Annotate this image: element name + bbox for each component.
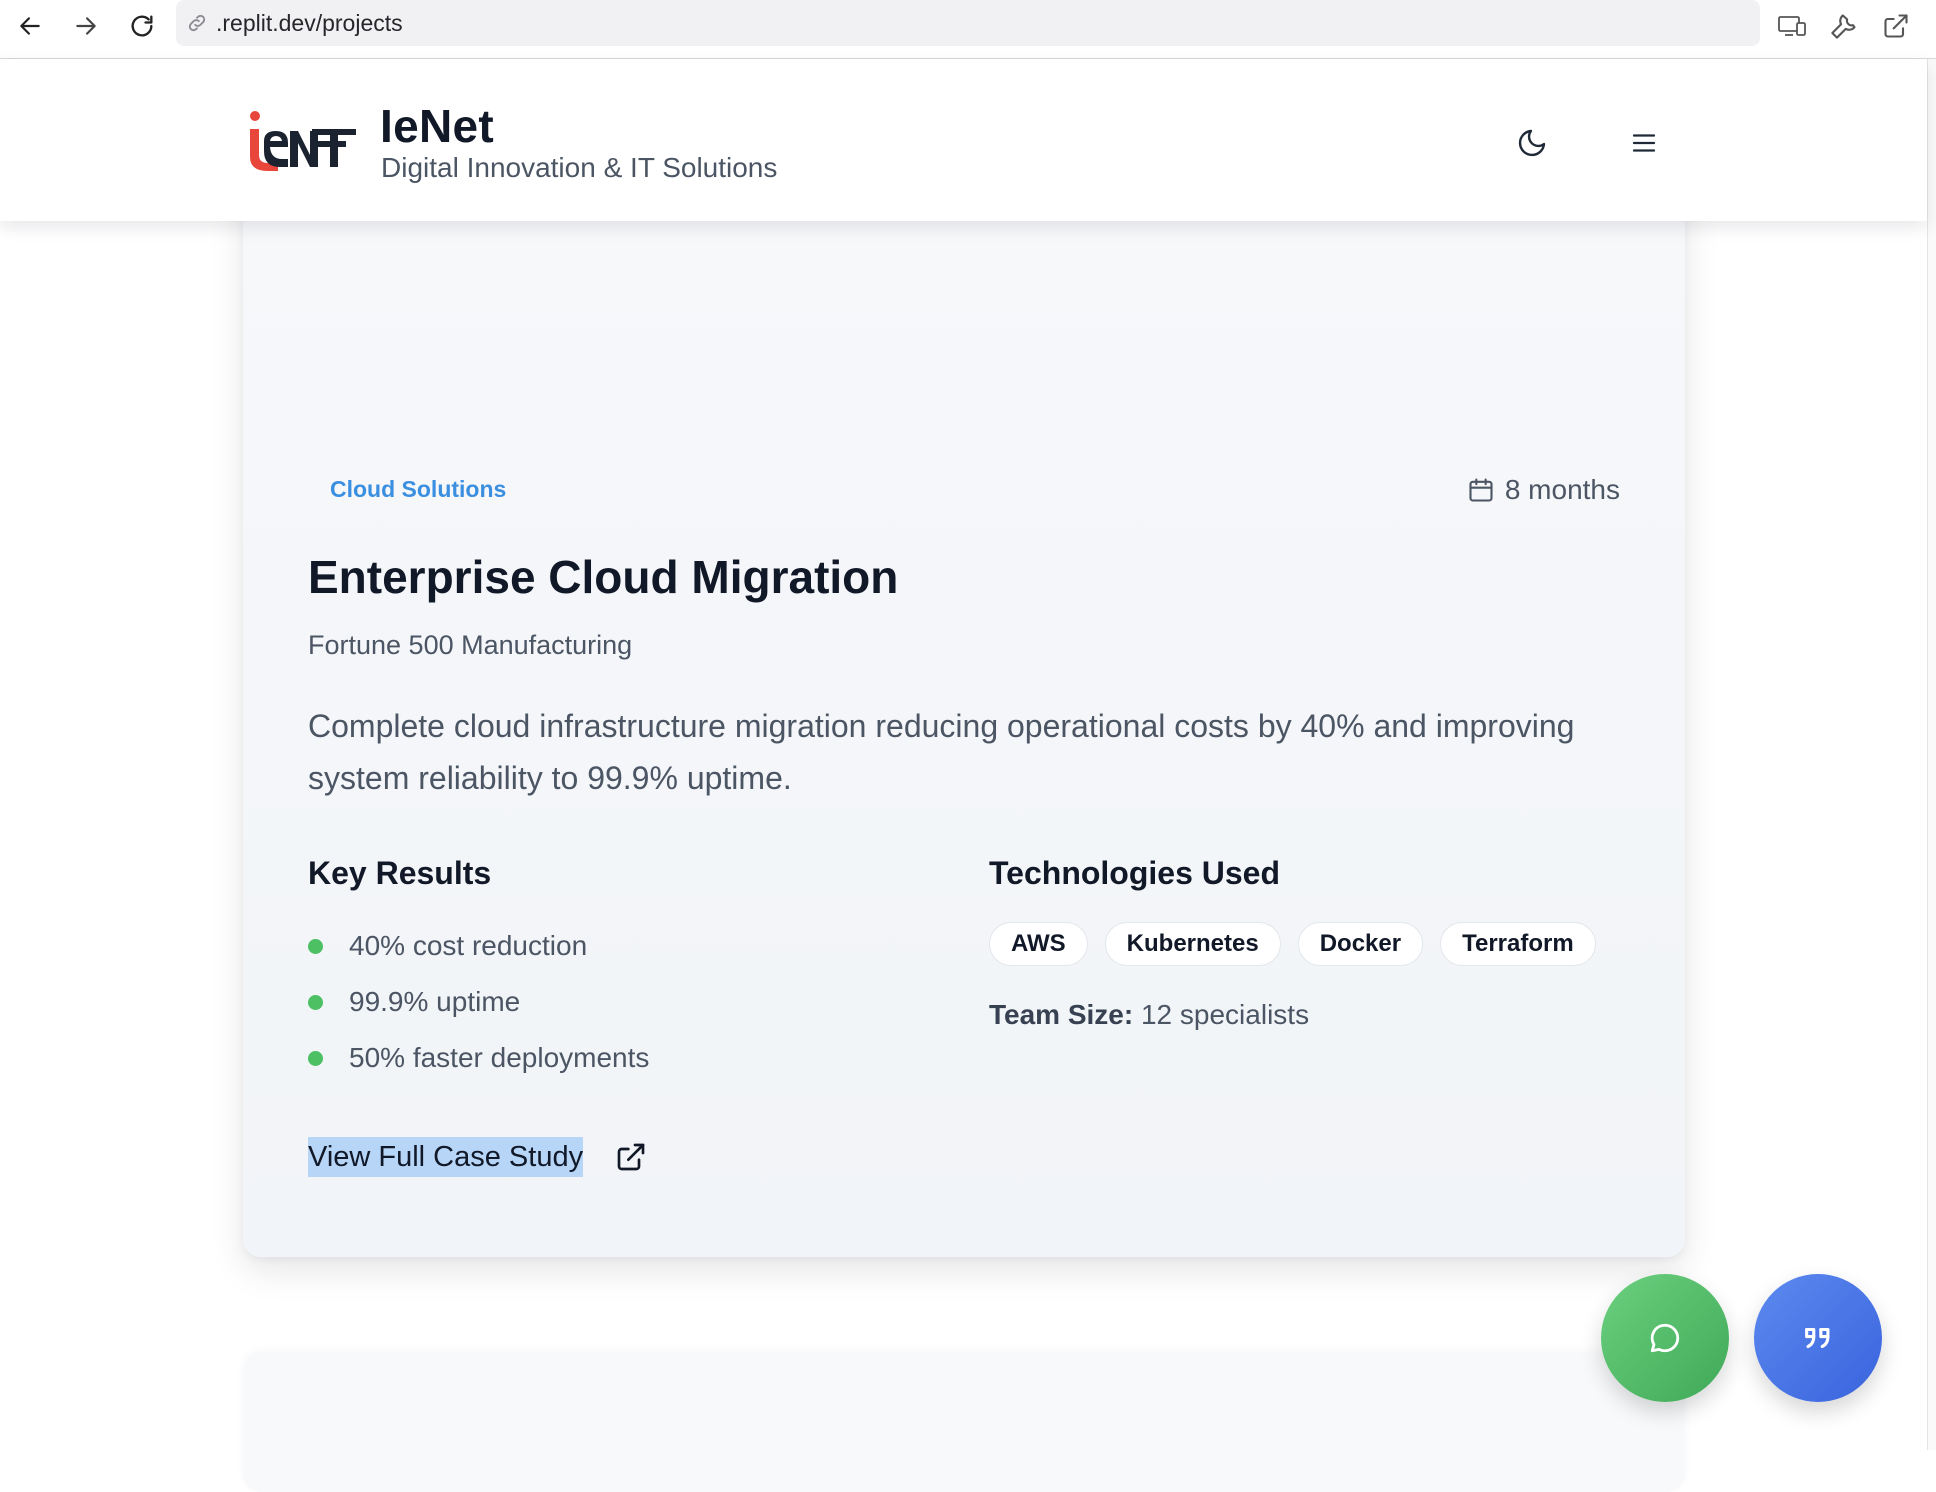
view-case-study-link[interactable]: View Full Case Study [308, 1137, 647, 1177]
project-description: Complete cloud infrastructure migration … [308, 708, 1575, 796]
devices-icon [1778, 16, 1806, 36]
menu-button[interactable] [1623, 122, 1665, 164]
team-size-label: Team Size: [989, 999, 1134, 1030]
link-icon [188, 14, 206, 32]
calendar-icon [1469, 478, 1493, 502]
result-text: 40% cost reduction [349, 930, 588, 961]
key-results-list: 40% cost reduction 99.9% uptime 50% fast… [308, 918, 649, 1086]
site-header: IeNet Digital Innovation & IT Solutions [0, 59, 1927, 221]
hamburger-menu-icon [1632, 134, 1656, 152]
reload-icon [131, 15, 153, 37]
theme-toggle-button[interactable] [1511, 122, 1553, 164]
forward-arrow-icon [76, 17, 96, 35]
bullet-dot-icon [308, 938, 323, 954]
devtools-button[interactable] [1824, 6, 1864, 46]
case-study-link-text[interactable]: View Full Case Study [308, 1137, 584, 1177]
wrench-icon [1831, 14, 1856, 39]
page-scrollbar[interactable] [1927, 59, 1936, 1450]
bullet-dot-icon [308, 994, 323, 1010]
team-size: Team Size: 12 specialists [989, 999, 1309, 1031]
tech-tag: Docker [1297, 922, 1424, 966]
browser-toolbar: .replit.dev/projects [0, 0, 1936, 59]
result-text: 99.9% uptime [349, 986, 521, 1017]
tech-tag: Terraform [1440, 922, 1596, 966]
bullet-dot-icon [308, 1050, 323, 1066]
external-link-icon[interactable] [615, 1141, 647, 1173]
brand-logo[interactable] [246, 107, 356, 177]
result-text: 50% faster deployments [349, 1042, 650, 1073]
back-arrow-icon [20, 17, 40, 35]
next-project-card [243, 1352, 1685, 1492]
address-bar[interactable]: .replit.dev/projects [176, 0, 1760, 46]
forward-button[interactable] [66, 6, 106, 46]
chat-bubble-icon [1650, 1323, 1680, 1353]
moon-icon [1518, 129, 1546, 157]
back-button[interactable] [10, 6, 50, 46]
brand-name[interactable]: IeNet [380, 99, 494, 153]
project-duration: 8 months [1467, 474, 1620, 506]
brand-tagline: Digital Innovation & IT Solutions [381, 152, 778, 183]
project-category: Cloud Solutions [330, 476, 507, 502]
reload-button[interactable] [122, 6, 162, 46]
project-title: Enterprise Cloud Migration [308, 551, 899, 603]
list-item: 40% cost reduction [308, 918, 649, 974]
quote-icon [1805, 1327, 1830, 1349]
key-results-heading: Key Results [308, 855, 492, 891]
team-size-value: 12 specialists [1140, 999, 1310, 1030]
chat-button[interactable] [1601, 1274, 1729, 1402]
open-external-icon [1884, 14, 1908, 38]
technology-tags: AWS Kubernetes Docker Terraform [989, 922, 1596, 966]
list-item: 50% faster deployments [308, 1030, 649, 1086]
tech-tag: Kubernetes [1104, 922, 1281, 966]
list-item: 99.9% uptime [308, 974, 649, 1030]
open-new-tab-button[interactable] [1876, 6, 1916, 46]
devices-button[interactable] [1772, 6, 1812, 46]
technologies-heading: Technologies Used [989, 855, 1281, 891]
quote-button[interactable] [1754, 1274, 1882, 1402]
url-text[interactable]: .replit.dev/projects [216, 10, 403, 37]
tech-tag: AWS [989, 922, 1088, 966]
ienet-logo-icon [250, 111, 356, 171]
duration-text: 8 months [1504, 474, 1620, 505]
project-client: Fortune 500 Manufacturing [308, 630, 633, 660]
